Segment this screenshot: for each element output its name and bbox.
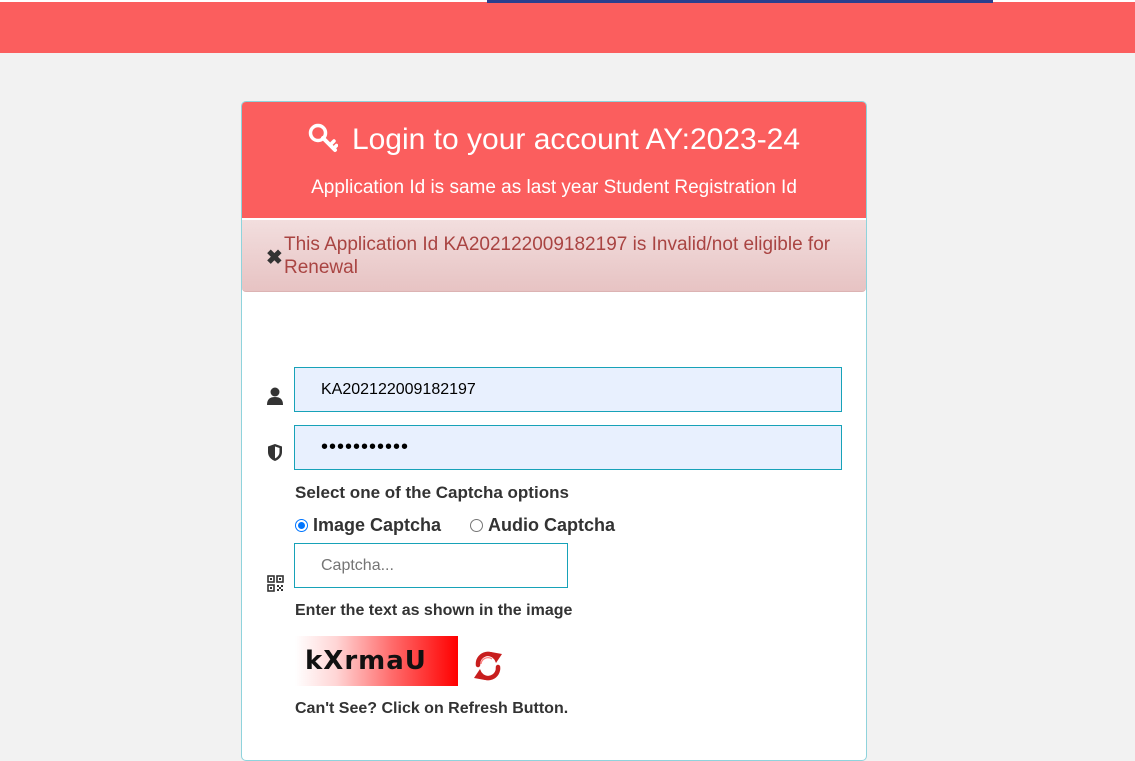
refresh-icon[interactable] [472,649,504,683]
radio-unselected-indicator[interactable] [470,519,483,532]
image-captcha-radio[interactable]: Image Captcha [295,515,441,536]
navigation-strip [487,0,993,3]
key-icon [308,123,339,158]
captcha-options-label: Select one of the Captcha options [295,483,569,502]
login-card-header: Login to your account AY:2023-24 Applica… [242,102,866,218]
user-icon [266,386,284,411]
login-card: Login to your account AY:2023-24 Applica… [241,101,867,761]
top-banner [0,0,1135,53]
refresh-hint: Can't See? Click on Refresh Button. [295,700,569,717]
qr-code-icon [267,575,284,597]
page-title: Login to your account AY:2023-24 [351,123,801,156]
error-alert: ✖ This Application Id KA202122009182197 … [242,220,866,292]
image-captcha-label: Image Captcha [313,515,442,535]
audio-captcha-radio[interactable]: Audio Captcha [470,515,615,536]
shield-icon [267,443,283,467]
captcha-hint: Enter the text as shown in the image [295,602,573,619]
captcha-text: kXrmaU [305,646,427,676]
captcha-image: kXrmaU [295,636,458,686]
application-id-input[interactable]: KA202122009182197 [294,367,842,412]
audio-captcha-label: Audio Captcha [488,515,616,535]
error-message: This Application Id KA202122009182197 is… [284,234,831,278]
password-input[interactable]: ••••••••••• [294,425,842,470]
close-icon[interactable]: ✖ [266,245,283,270]
radio-selected-indicator[interactable] [295,519,308,532]
title-row: Login to your account AY:2023-24 [242,120,866,160]
captcha-input[interactable]: Captcha... [294,543,568,588]
page-subtitle: Application Id is same as last year Stud… [311,177,797,198]
